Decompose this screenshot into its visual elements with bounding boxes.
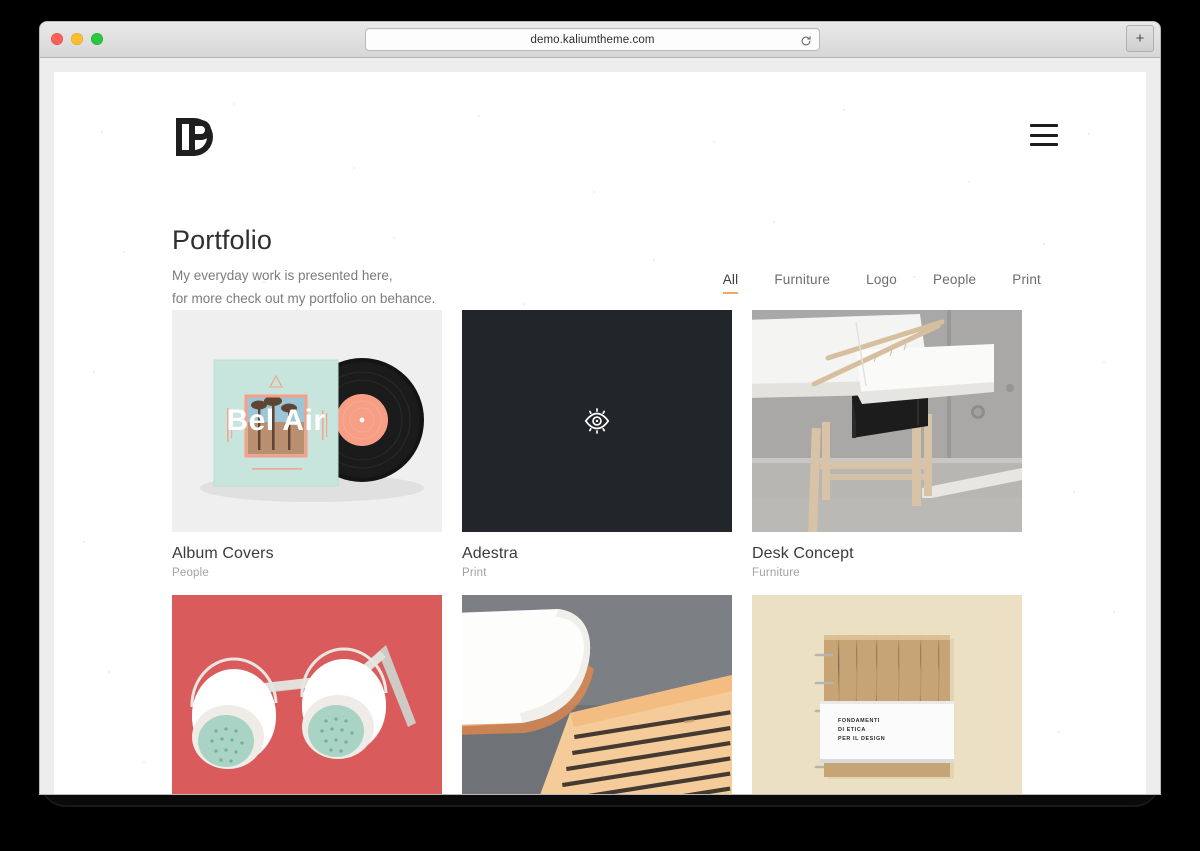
portfolio-item-title: Desk Concept (752, 545, 854, 562)
menu-line-2 (1030, 133, 1058, 137)
portfolio-item[interactable]: Desk Concept Furniture (752, 310, 1022, 579)
page-description-line-2: for more check out my portfolio on behan… (172, 290, 436, 306)
cover-text-line-2: DI ETICA (838, 727, 866, 733)
minimize-window-button[interactable] (71, 33, 83, 45)
filter-tab-print[interactable]: Print (1012, 272, 1041, 294)
portfolio-thumbnail-adestra[interactable] (462, 310, 732, 532)
page-description: My everyday work is presented here, for … (172, 265, 592, 310)
close-window-button[interactable] (51, 33, 63, 45)
open-book-photo-image (462, 595, 732, 794)
site-header (54, 72, 1146, 232)
portfolio-item-category: Print (462, 567, 487, 579)
portfolio-thumbnail-album-covers[interactable]: Bel Air (172, 310, 442, 532)
eye-icon[interactable] (582, 406, 612, 436)
portfolio-hover-overlay[interactable] (462, 310, 732, 532)
portfolio-item-title: Album Covers (172, 545, 274, 562)
browser-viewport: Portfolio My everyday work is presented … (40, 58, 1160, 794)
cover-text-line-1: FONDAMENTI (838, 718, 880, 724)
portfolio-thumbnail-wood-book-cover[interactable]: FONDAMENTI DI ETICA PER IL DESIGN (752, 595, 1022, 794)
filter-tab-logo[interactable]: Logo (866, 272, 897, 294)
maximize-window-button[interactable] (91, 33, 103, 45)
browser-window: demo.kaliumtheme.com + Portfolio My ever… (40, 22, 1160, 794)
menu-line-1 (1030, 124, 1058, 127)
new-tab-button[interactable]: + (1126, 25, 1154, 52)
portfolio-item[interactable]: Bel Air Album Covers People (172, 310, 442, 579)
page-description-line-1: My everyday work is presented here, (172, 268, 393, 284)
portfolio-filter-tabs: All Furniture Logo People Print (722, 272, 1041, 294)
portfolio-grid: Bel Air Album Covers People Adestra Prin… (172, 310, 1028, 794)
portfolio-thumbnail-desk-concept[interactable] (752, 310, 1022, 532)
web-page: Portfolio My everyday work is presented … (54, 72, 1146, 794)
cover-text-line-3: PER IL DESIGN (838, 736, 885, 742)
browser-toolbar: demo.kaliumtheme.com + (40, 22, 1160, 58)
svg-text:Bel Air: Bel Air (226, 404, 325, 437)
coral-shower-heads-photo-image (172, 595, 442, 794)
window-controls (51, 33, 103, 45)
portfolio-thumbnail-coral-shower-heads[interactable] (172, 595, 442, 794)
url-text: demo.kaliumtheme.com (530, 33, 655, 46)
portfolio-thumbnail-open-book[interactable] (462, 595, 732, 794)
filter-tab-furniture[interactable]: Furniture (774, 272, 830, 294)
reload-icon[interactable] (800, 34, 812, 46)
portfolio-item[interactable] (172, 595, 442, 794)
portfolio-item[interactable] (462, 595, 732, 794)
portfolio-intro: Portfolio My everyday work is presented … (172, 224, 592, 310)
portfolio-item[interactable]: Adestra Print (462, 310, 732, 579)
desktop-background: demo.kaliumtheme.com + Portfolio My ever… (0, 0, 1200, 851)
hamburger-menu-icon[interactable] (1030, 124, 1058, 146)
page-title: Portfolio (172, 225, 272, 255)
portfolio-item-category: Furniture (752, 567, 800, 579)
menu-line-3 (1030, 143, 1058, 146)
address-bar[interactable]: demo.kaliumtheme.com (365, 28, 820, 51)
vinyl-album-mockup-image: Bel Air (172, 310, 442, 532)
site-logo[interactable] (172, 114, 218, 160)
portfolio-item-title: Adestra (462, 545, 518, 562)
filter-tab-people[interactable]: People (933, 272, 976, 294)
white-desk-photo-image (752, 310, 1022, 532)
portfolio-item-category: People (172, 567, 210, 579)
wood-book-cover-photo-image: FONDAMENTI DI ETICA PER IL DESIGN (752, 595, 1022, 794)
portfolio-item[interactable]: FONDAMENTI DI ETICA PER IL DESIGN (752, 595, 1022, 794)
filter-tab-all[interactable]: All (722, 272, 739, 294)
